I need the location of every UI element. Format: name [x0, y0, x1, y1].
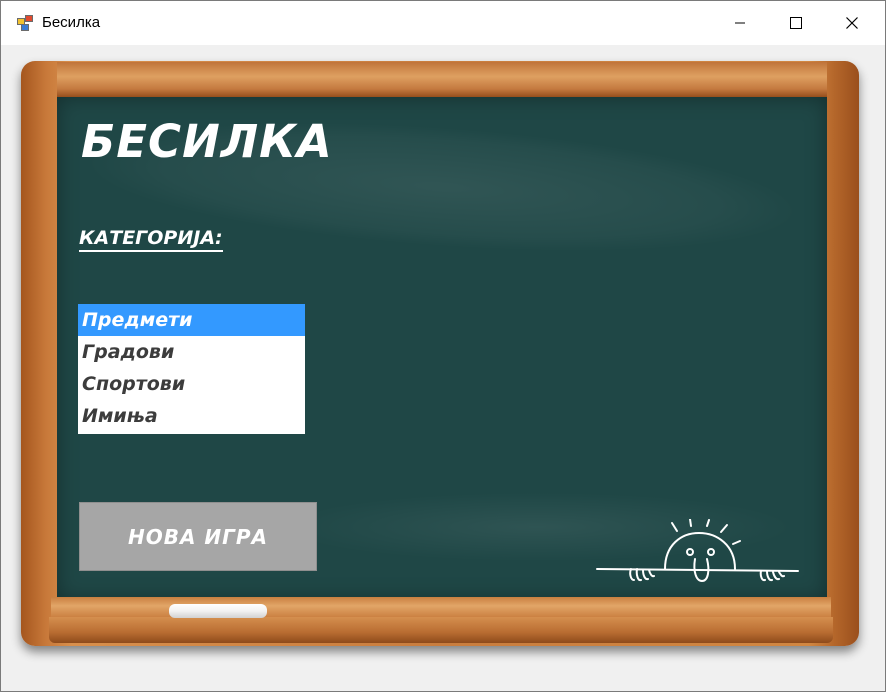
maximize-icon: [790, 17, 802, 29]
close-button[interactable]: [824, 1, 880, 45]
chalk-ledge: [51, 597, 831, 619]
title-bar[interactable]: Бесилка: [1, 1, 885, 45]
game-title: БЕСИЛКА: [81, 115, 333, 168]
new-game-button[interactable]: НОВА ИГРА: [79, 502, 317, 571]
maximize-button[interactable]: [768, 1, 824, 45]
category-item-cities[interactable]: Градови: [78, 336, 305, 368]
app-window: Бесилка БЕСИЛКА КАТЕГОРИЈА: Предмети Гра…: [0, 0, 886, 692]
window-title: Бесилка: [42, 14, 101, 31]
peeking-sun-doodle-icon: [596, 519, 799, 582]
category-item-names[interactable]: Имиња: [78, 400, 305, 432]
chalk-stick-icon: [169, 604, 267, 618]
chalkboard-frame-top: [57, 62, 827, 98]
app-window-icon: [17, 15, 33, 31]
category-item-objects[interactable]: Предмети: [78, 304, 305, 336]
category-item-sports[interactable]: Спортови: [78, 368, 305, 400]
chalk-ledge-base: [49, 617, 833, 643]
close-icon: [846, 17, 858, 29]
minimize-button[interactable]: [712, 1, 768, 45]
minimize-icon: [735, 22, 745, 24]
category-label: КАТЕГОРИЈА:: [79, 227, 223, 252]
category-listbox[interactable]: Предмети Градови Спортови Имиња: [78, 304, 305, 434]
